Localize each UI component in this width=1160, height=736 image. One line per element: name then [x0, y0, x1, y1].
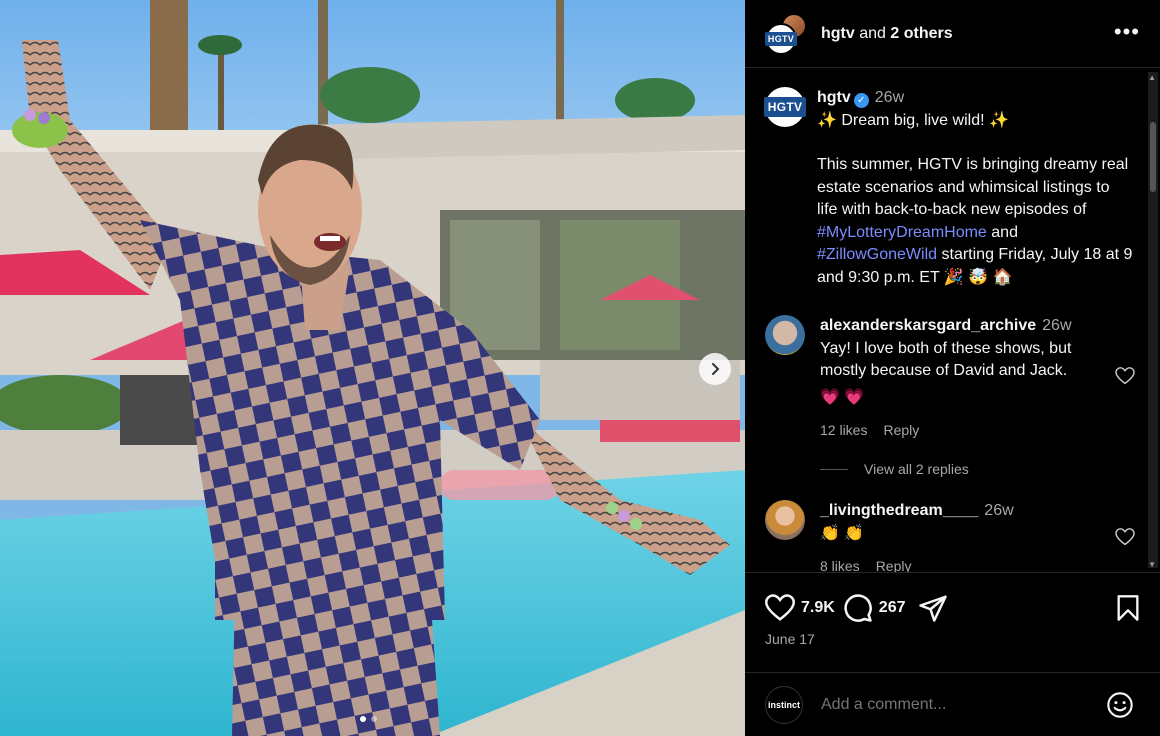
caption-time[interactable]: 26w [875, 89, 904, 106]
scroll-down-arrow-icon[interactable]: ▼ [1148, 560, 1156, 569]
caption-text: This summer, HGTV is bringing dreamy rea… [817, 156, 1133, 286]
post-media[interactable] [0, 0, 745, 736]
post-header: HGTV hgtv and 2 others ••• [745, 0, 1160, 68]
scroll-up-arrow-icon[interactable]: ▲ [1148, 73, 1156, 82]
reply-button[interactable]: Reply [883, 419, 919, 442]
author-link[interactable]: hgtv [821, 25, 855, 42]
carousel-indicator [360, 716, 377, 722]
avatar[interactable]: HGTV [763, 87, 807, 127]
comment-emoji: 💗 💗 [820, 388, 865, 406]
verified-badge-icon: ✓ [853, 93, 869, 108]
post-caption: HGTV hgtv ✓ 26w ✨ Dream big, live wild! ✨ … [763, 87, 1145, 289]
post-side-panel: HGTV hgtv and 2 others ••• HGTV hgtv ✓ 26w… [745, 0, 1160, 736]
comments-count[interactable]: 267 [879, 599, 906, 617]
comments-scroll-area[interactable]: HGTV hgtv ✓ 26w ✨ Dream big, live wild! ✨ … [745, 69, 1160, 572]
comment-item: _livingthedream____ 26w 👏 👏 8 likes Reply [765, 500, 1135, 572]
others-link[interactable]: 2 others [890, 25, 952, 42]
hashtag-link[interactable]: #ZillowGoneWild [817, 246, 937, 263]
comment-likes-link[interactable]: 8 likes [820, 555, 860, 572]
view-replies-button[interactable]: View all 2 replies [820, 461, 969, 477]
comment-likes-link[interactable]: 12 likes [820, 419, 867, 442]
avatar[interactable] [765, 315, 805, 355]
emoji-icon[interactable] [1106, 691, 1134, 724]
likes-count[interactable]: 7.9K [801, 599, 835, 617]
add-comment-bar: instinct [745, 672, 1160, 736]
next-slide-button[interactable] [699, 353, 731, 385]
heart-icon[interactable] [1115, 528, 1135, 546]
sparkles-icon: ✨ [988, 111, 1009, 129]
more-icon[interactable]: ••• [1114, 21, 1140, 43]
comment-text: 👏 👏 [820, 524, 865, 542]
chevron-right-icon [712, 363, 720, 375]
caption-headline: ✨ Dream big, live wild! ✨ [817, 111, 1009, 129]
hgtv-logo: HGTV [764, 31, 798, 46]
post-authors: hgtv and 2 others [821, 24, 953, 42]
comment-time[interactable]: 26w [1042, 317, 1071, 334]
bookmark-icon [1117, 595, 1139, 621]
scrollbar-thumb[interactable] [1150, 122, 1156, 192]
heart-icon [765, 594, 795, 621]
reply-button[interactable]: Reply [876, 555, 912, 572]
post-photo [0, 0, 745, 736]
carousel-dot [371, 716, 377, 722]
heart-icon[interactable] [1115, 367, 1135, 385]
caption-username[interactable]: hgtv [817, 89, 851, 106]
hgtv-logo: HGTV [763, 97, 807, 117]
avatar[interactable]: instinct [765, 685, 803, 724]
share-button[interactable] [918, 594, 948, 622]
like-button[interactable] [765, 594, 795, 622]
comment-text: Yay! I love both of these shows, but mos… [820, 339, 1072, 380]
comment-button[interactable] [843, 593, 873, 623]
save-button[interactable] [1116, 594, 1140, 627]
divider [820, 468, 848, 470]
carousel-dot-active [360, 716, 366, 722]
post-actions: 7.9K 267 June 17 [745, 572, 1160, 672]
comment-icon [844, 594, 872, 622]
comment-time[interactable]: 26w [984, 502, 1013, 519]
comment-item: alexanderskarsgard_archive 26w Yay! I lov… [765, 315, 1135, 442]
scrollbar[interactable] [1148, 72, 1158, 568]
collab-avatars[interactable]: HGTV [764, 12, 807, 55]
post-date[interactable]: June 17 [765, 631, 815, 647]
send-icon [918, 595, 947, 622]
avatar-hgtv: HGTV [764, 22, 798, 55]
sparkles-icon: ✨ [817, 111, 837, 129]
comment-username[interactable]: _livingthedream____ [820, 502, 978, 519]
comment-username[interactable]: alexanderskarsgard_archive [820, 317, 1036, 334]
avatar[interactable] [765, 500, 805, 540]
comment-input[interactable] [821, 695, 1091, 714]
hashtag-link[interactable]: #MyLotteryDreamHome [817, 224, 987, 241]
